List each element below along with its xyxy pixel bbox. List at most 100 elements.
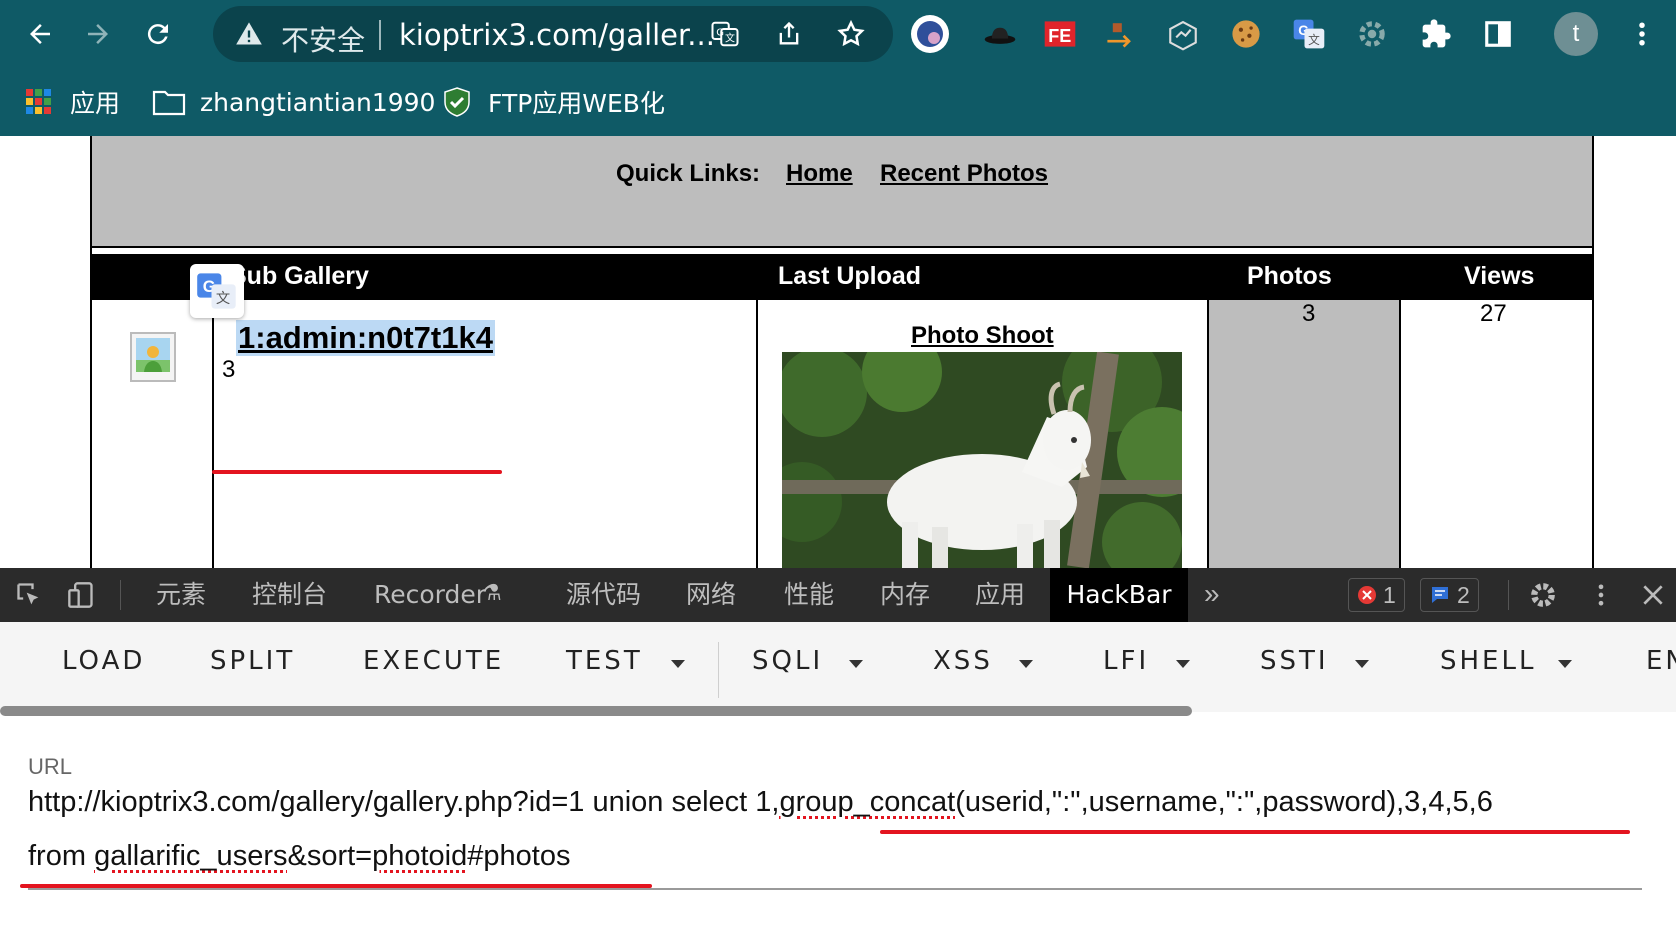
chevron-down-icon[interactable] bbox=[671, 660, 685, 668]
photos-cell-bg bbox=[1209, 300, 1399, 568]
chevron-down-icon[interactable] bbox=[1176, 660, 1190, 668]
bookmark-label: 应用 bbox=[70, 89, 121, 118]
encoding-button[interactable]: EN bbox=[1646, 646, 1676, 676]
xss-button[interactable]: XSS bbox=[933, 646, 993, 676]
message-badge[interactable]: 2 bbox=[1420, 578, 1479, 612]
reload-button[interactable] bbox=[136, 12, 180, 56]
translate-popup-icon[interactable]: G文 bbox=[190, 264, 244, 318]
goat-photo[interactable] bbox=[782, 352, 1182, 568]
close-devtools-icon[interactable] bbox=[1636, 578, 1670, 612]
url-text[interactable]: kioptrix3.com/galler... bbox=[399, 18, 715, 52]
column-divider bbox=[212, 300, 214, 568]
svg-text:文: 文 bbox=[725, 32, 735, 45]
quick-links-label: Quick Links: bbox=[616, 160, 761, 187]
cookie-icon[interactable] bbox=[1226, 14, 1266, 54]
red-annotation-underline bbox=[880, 830, 1630, 834]
bookmark-ftp[interactable]: FTP应用WEB化 bbox=[440, 82, 665, 122]
sidepanel-icon[interactable] bbox=[1478, 14, 1518, 54]
flask-icon: ⚗ bbox=[482, 580, 502, 605]
svg-text:G: G bbox=[716, 27, 724, 38]
box-icon[interactable] bbox=[1163, 14, 1203, 54]
load-button[interactable]: LOAD bbox=[62, 646, 145, 676]
split-button[interactable]: SPLIT bbox=[210, 646, 295, 676]
header-sub-gallery: Sub Gallery bbox=[230, 262, 369, 290]
home-link[interactable]: Home bbox=[786, 160, 853, 188]
gallery-thumbnail-icon[interactable] bbox=[128, 330, 178, 384]
arrow-icon[interactable] bbox=[1100, 14, 1140, 54]
tab-hackbar[interactable]: HackBar bbox=[1050, 568, 1188, 622]
arrow-right-icon bbox=[88, 24, 108, 44]
tab-performance[interactable]: 性能 bbox=[784, 568, 834, 622]
error-badge[interactable]: 1 bbox=[1348, 578, 1405, 612]
svg-text:文: 文 bbox=[1308, 33, 1320, 47]
chevron-down-icon[interactable] bbox=[1558, 660, 1572, 668]
execute-button[interactable]: EXECUTE bbox=[363, 646, 504, 676]
sub-gallery-link[interactable]: 1:admin:n0t7t1k4 bbox=[236, 320, 495, 356]
url-text-part: photoid bbox=[372, 840, 468, 872]
apps-grid-icon bbox=[22, 85, 56, 119]
bookmark-apps[interactable]: 应用 bbox=[22, 82, 120, 122]
url-input-line-1[interactable]: http://kioptrix3.com/gallery/gallery.php… bbox=[28, 786, 1493, 819]
toolbar-scrollbar[interactable] bbox=[0, 706, 1192, 716]
tab-sources[interactable]: 源代码 bbox=[566, 568, 641, 622]
tab-memory[interactable]: 内存 bbox=[880, 568, 930, 622]
message-count: 2 bbox=[1457, 581, 1470, 608]
recent-photos-link[interactable]: Recent Photos bbox=[880, 160, 1048, 188]
url-text-part: (userid,":",username,":",password),3,4,5… bbox=[955, 786, 1493, 818]
bookmark-folder[interactable]: zhangtiantian1990 bbox=[152, 82, 435, 122]
error-icon bbox=[1358, 586, 1376, 604]
url-text-part: http://kioptrix3.com/gallery/gallery.php… bbox=[28, 786, 780, 818]
forward-button[interactable] bbox=[76, 12, 120, 56]
header-last-upload: Last Upload bbox=[778, 262, 922, 290]
quick-links-bar: Quick Links: Home Recent Photos bbox=[92, 136, 1592, 248]
settings-gear-icon[interactable] bbox=[1526, 578, 1560, 612]
tab-application[interactable]: 应用 bbox=[975, 568, 1025, 622]
gear-ext-icon[interactable] bbox=[1352, 14, 1392, 54]
url-input-line-2[interactable]: from gallarific_users&sort=photoid#photo… bbox=[28, 840, 570, 873]
svg-text:FE: FE bbox=[1048, 26, 1071, 46]
table-header: Sub Gallery Last Upload Photos Views bbox=[92, 254, 1592, 300]
url-field-underline bbox=[28, 888, 1642, 890]
address-bar[interactable]: 不安全 kioptrix3.com/galler... G文 bbox=[213, 6, 893, 62]
column-divider bbox=[1207, 300, 1209, 568]
menu-dots-icon[interactable] bbox=[1622, 14, 1662, 54]
url-text-part: #photos bbox=[467, 840, 571, 872]
more-options-icon[interactable] bbox=[1584, 578, 1618, 612]
test-button[interactable]: TEST bbox=[566, 646, 643, 676]
url-text-part: gallarific_users bbox=[94, 840, 288, 872]
chevron-down-icon[interactable] bbox=[1355, 660, 1369, 668]
puzzle-icon[interactable] bbox=[1416, 14, 1456, 54]
security-label[interactable]: 不安全 bbox=[281, 19, 365, 59]
reload-icon bbox=[147, 24, 168, 45]
share-icon[interactable] bbox=[773, 18, 805, 50]
red-annotation-underline bbox=[20, 884, 652, 888]
bookmark-label: zhangtiantian1990 bbox=[200, 87, 436, 117]
inspect-element-icon[interactable] bbox=[12, 578, 46, 612]
translate-page-icon[interactable]: G文 bbox=[709, 18, 741, 50]
chevron-down-icon[interactable] bbox=[1019, 660, 1033, 668]
sqli-button[interactable]: SQLI bbox=[752, 646, 823, 676]
fe-icon[interactable]: FE bbox=[1040, 14, 1080, 54]
gallery-count: 3 bbox=[222, 356, 236, 383]
folder-icon bbox=[152, 85, 186, 119]
tab-network[interactable]: 网络 bbox=[686, 568, 736, 622]
translate-icon[interactable]: G文 bbox=[1289, 14, 1329, 54]
ssti-button[interactable]: SSTI bbox=[1260, 646, 1329, 676]
back-button[interactable] bbox=[18, 12, 62, 56]
url-text-part: from bbox=[28, 840, 95, 872]
web-page: Quick Links: Home Recent Photos Sub Gall… bbox=[0, 136, 1676, 568]
profile-avatar[interactable]: t bbox=[1554, 12, 1598, 56]
lfi-button[interactable]: LFI bbox=[1103, 646, 1149, 676]
tab-console[interactable]: 控制台 bbox=[252, 568, 327, 622]
bookmark-star-icon[interactable] bbox=[835, 18, 867, 50]
chevron-down-icon[interactable] bbox=[849, 660, 863, 668]
message-icon bbox=[1432, 587, 1448, 603]
device-toolbar-icon[interactable] bbox=[64, 578, 98, 612]
tab-elements[interactable]: 元素 bbox=[156, 568, 206, 622]
last-upload-link[interactable]: Photo Shoot bbox=[911, 322, 1054, 350]
globe-icon[interactable] bbox=[910, 14, 950, 54]
shell-button[interactable]: SHELL bbox=[1440, 646, 1536, 676]
hat-icon[interactable] bbox=[980, 14, 1020, 54]
tab-recorder[interactable]: Recorder bbox=[374, 568, 486, 622]
more-tabs-icon[interactable]: » bbox=[1204, 578, 1220, 610]
